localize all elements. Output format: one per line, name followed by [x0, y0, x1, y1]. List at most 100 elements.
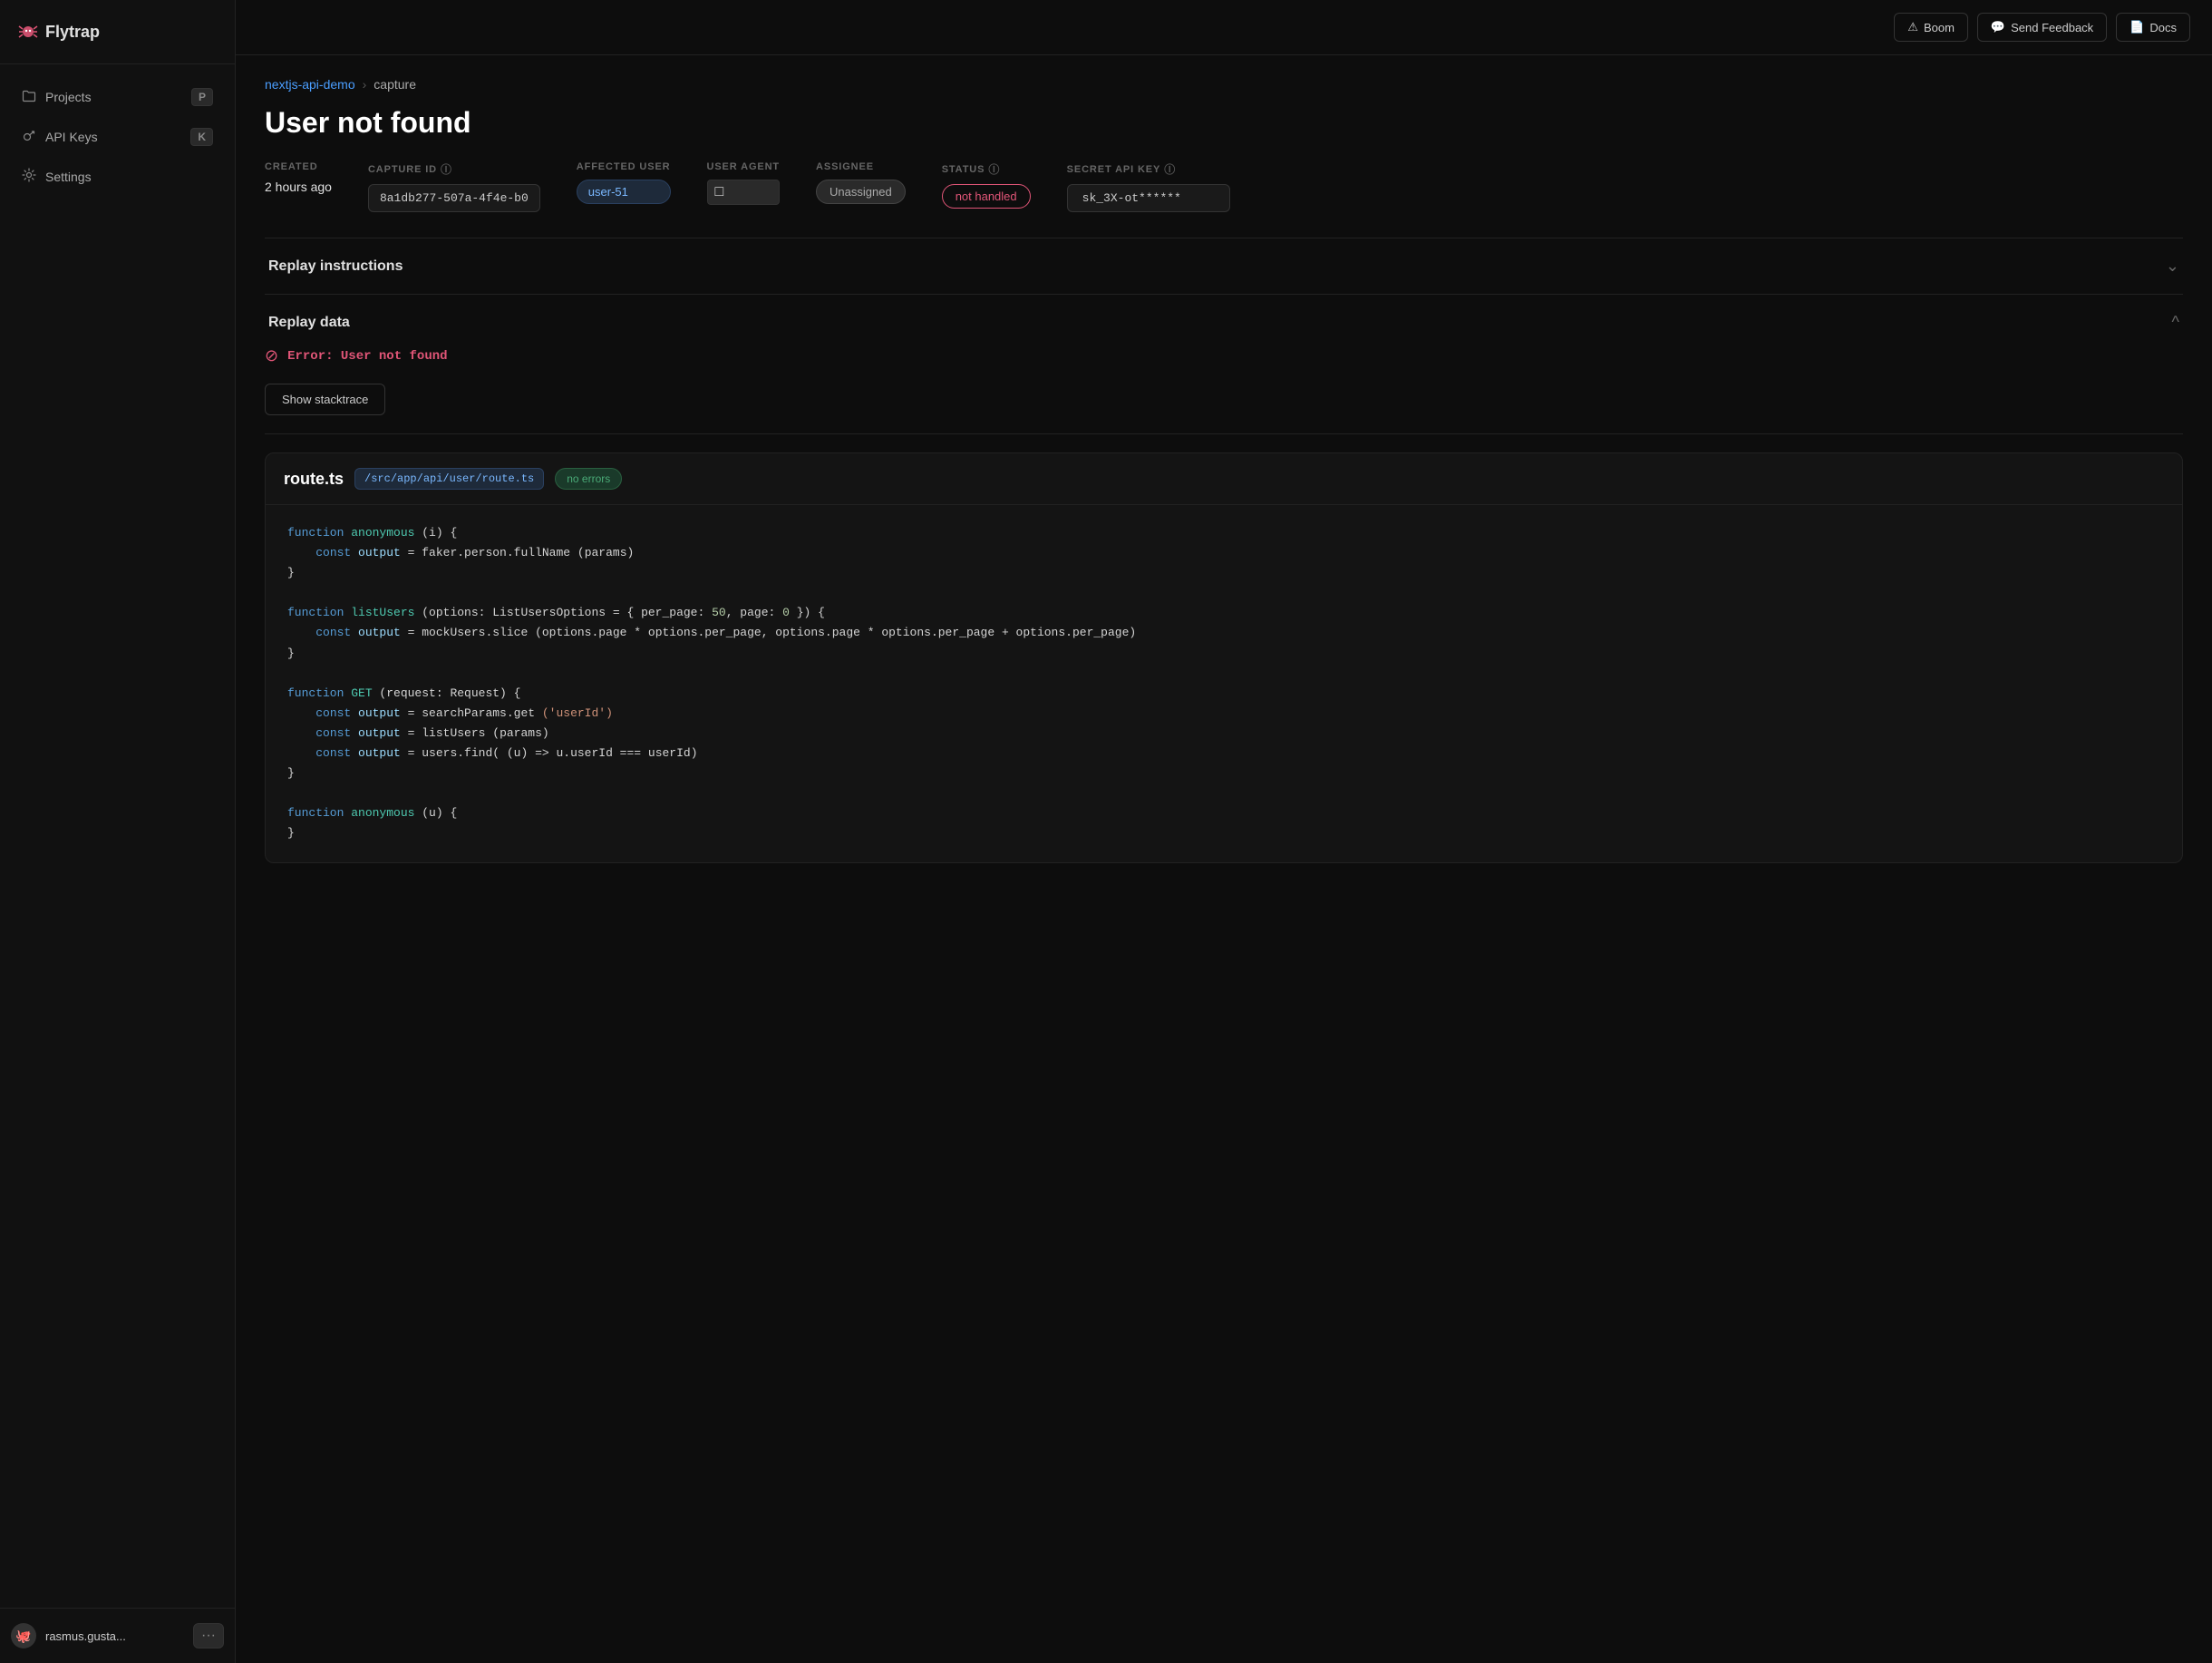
meta-assignee: ASSIGNEE Unassigned — [816, 161, 906, 204]
meta-affected-user: AFFECTED USER user-51 — [577, 161, 671, 204]
meta-secret-api-key: SECRET API KEY ⓘ sk_3X-ot****** — [1067, 161, 1230, 212]
meta-created-value: 2 hours ago — [265, 180, 332, 194]
meta-secret-api-key-label: SECRET API KEY ⓘ — [1067, 161, 1230, 177]
meta-affected-user-label: AFFECTED USER — [577, 161, 671, 172]
replay-data-title: Replay data — [268, 315, 350, 331]
code-line: function listUsers (options: ListUsersOp… — [287, 603, 2160, 623]
status-badge: not handled — [942, 184, 1031, 209]
meta-status: STATUS ⓘ not handled — [942, 161, 1031, 209]
replay-data-section: Replay data ^ ⊘ Error: User not found Sh… — [265, 295, 2183, 434]
no-errors-badge: no errors — [555, 468, 622, 490]
code-line: function anonymous (i) { — [287, 523, 2160, 543]
main-content: ⚠ Boom 💬 Send Feedback 📄 Docs nextjs-api… — [236, 0, 2212, 1663]
flytrap-logo-icon — [18, 22, 38, 42]
avatar: 🐙 — [11, 1623, 36, 1648]
assignee-value[interactable]: Unassigned — [816, 180, 906, 204]
sidebar-item-projects-badge: P — [191, 88, 213, 106]
breadcrumb-link[interactable]: nextjs-api-demo — [265, 77, 355, 92]
sidebar-item-settings[interactable]: Settings — [11, 159, 224, 194]
sidebar-item-projects-left: Projects — [22, 89, 92, 106]
sidebar-header: Flytrap — [0, 0, 235, 64]
send-feedback-label: Send Feedback — [2011, 21, 2093, 34]
replay-instructions-title: Replay instructions — [268, 258, 403, 275]
chevron-down-icon: ⌄ — [2166, 257, 2179, 276]
error-circle-icon: ⊘ — [265, 346, 278, 365]
meta-capture-id: CAPTURE ID ⓘ 8a1db277-507a-4f4e-b0 — [368, 161, 540, 212]
sidebar-footer: 🐙 rasmus.gusta... ··· — [0, 1608, 235, 1663]
capture-id-value: 8a1db277-507a-4f4e-b0 — [368, 184, 540, 212]
code-line: function GET (request: Request) { — [287, 684, 2160, 704]
sidebar-item-settings-left: Settings — [22, 168, 92, 185]
topbar: ⚠ Boom 💬 Send Feedback 📄 Docs — [236, 0, 2212, 55]
send-feedback-button[interactable]: 💬 Send Feedback — [1977, 13, 2107, 42]
capture-id-info-icon[interactable]: ⓘ — [441, 161, 452, 177]
sidebar-nav: Projects P API Keys K — [0, 64, 235, 1608]
sidebar-more-button[interactable]: ··· — [193, 1623, 224, 1648]
code-line: const output = faker.person.fullName (pa… — [287, 543, 2160, 563]
meta-created: CREATED 2 hours ago — [265, 161, 332, 194]
docs-button[interactable]: 📄 Docs — [2116, 13, 2190, 42]
sidebar: Flytrap Projects P — [0, 0, 236, 1663]
code-line: function anonymous (u) { — [287, 803, 2160, 823]
sidebar-username: rasmus.gusta... — [45, 1629, 126, 1643]
user-agent-icon: □ — [707, 180, 781, 205]
replay-instructions-header[interactable]: Replay instructions ⌄ — [265, 257, 2183, 276]
page-title: User not found — [265, 106, 2183, 140]
replay-instructions-section: Replay instructions ⌄ — [265, 238, 2183, 295]
warning-icon: ⚠ — [1907, 20, 1918, 34]
replay-data-header[interactable]: Replay data ^ — [265, 313, 2183, 332]
meta-status-label: STATUS ⓘ — [942, 161, 1031, 177]
show-stacktrace-button[interactable]: Show stacktrace — [265, 384, 385, 415]
app-logo: Flytrap — [18, 22, 100, 42]
code-line: const output = searchParams.get ('userId… — [287, 704, 2160, 724]
code-line — [287, 583, 2160, 603]
meta-created-label: CREATED — [265, 161, 332, 172]
sidebar-item-api-keys-badge: K — [190, 128, 213, 146]
chat-icon: 💬 — [1991, 20, 2005, 34]
sidebar-item-api-keys-left: API Keys — [22, 129, 98, 146]
code-path-badge: /src/app/api/user/route.ts — [354, 468, 544, 490]
sidebar-item-settings-label: Settings — [45, 170, 92, 184]
docs-label: Docs — [2149, 21, 2177, 34]
error-text: Error: User not found — [287, 349, 447, 364]
sidebar-item-api-keys-label: API Keys — [45, 130, 98, 144]
key-icon — [22, 129, 36, 146]
breadcrumb-current: capture — [374, 77, 416, 92]
error-message: ⊘ Error: User not found — [265, 346, 2183, 365]
page-content: nextjs-api-demo › capture User not found… — [236, 55, 2212, 1663]
status-info-icon[interactable]: ⓘ — [988, 161, 1000, 177]
breadcrumb-separator: › — [363, 77, 367, 92]
doc-icon: 📄 — [2130, 20, 2144, 34]
sidebar-item-projects-label: Projects — [45, 90, 92, 104]
code-line: const output = mockUsers.slice (options.… — [287, 623, 2160, 643]
breadcrumb: nextjs-api-demo › capture — [265, 77, 2183, 92]
secret-key-info-icon[interactable]: ⓘ — [1164, 161, 1176, 177]
sidebar-user: 🐙 rasmus.gusta... — [11, 1623, 126, 1648]
avatar-icon: 🐙 — [15, 1629, 31, 1644]
meta-user-agent: USER AGENT □ — [707, 161, 781, 205]
boom-button[interactable]: ⚠ Boom — [1894, 13, 1968, 42]
code-body: function anonymous (i) { const output = … — [266, 505, 2182, 862]
code-line: const output = users.find( (u) => u.user… — [287, 744, 2160, 763]
folder-icon — [22, 89, 36, 106]
code-line: } — [287, 644, 2160, 664]
affected-user-value: user-51 — [577, 180, 671, 204]
code-filename: route.ts — [284, 470, 344, 489]
code-block-header: route.ts /src/app/api/user/route.ts no e… — [266, 453, 2182, 505]
sidebar-item-api-keys[interactable]: API Keys K — [11, 119, 224, 155]
code-line: const output = listUsers (params) — [287, 724, 2160, 744]
app-name: Flytrap — [45, 23, 100, 42]
secret-api-key-value: sk_3X-ot****** — [1067, 184, 1230, 212]
boom-label: Boom — [1924, 21, 1955, 34]
meta-assignee-label: ASSIGNEE — [816, 161, 906, 172]
code-line: } — [287, 563, 2160, 583]
code-line: } — [287, 763, 2160, 783]
sidebar-item-projects[interactable]: Projects P — [11, 79, 224, 115]
meta-row: CREATED 2 hours ago CAPTURE ID ⓘ 8a1db27… — [265, 161, 2183, 212]
gear-icon — [22, 168, 36, 185]
code-line — [287, 664, 2160, 684]
meta-user-agent-label: USER AGENT — [707, 161, 781, 172]
chevron-up-icon: ^ — [2172, 313, 2179, 332]
code-line: } — [287, 823, 2160, 843]
code-line — [287, 783, 2160, 803]
